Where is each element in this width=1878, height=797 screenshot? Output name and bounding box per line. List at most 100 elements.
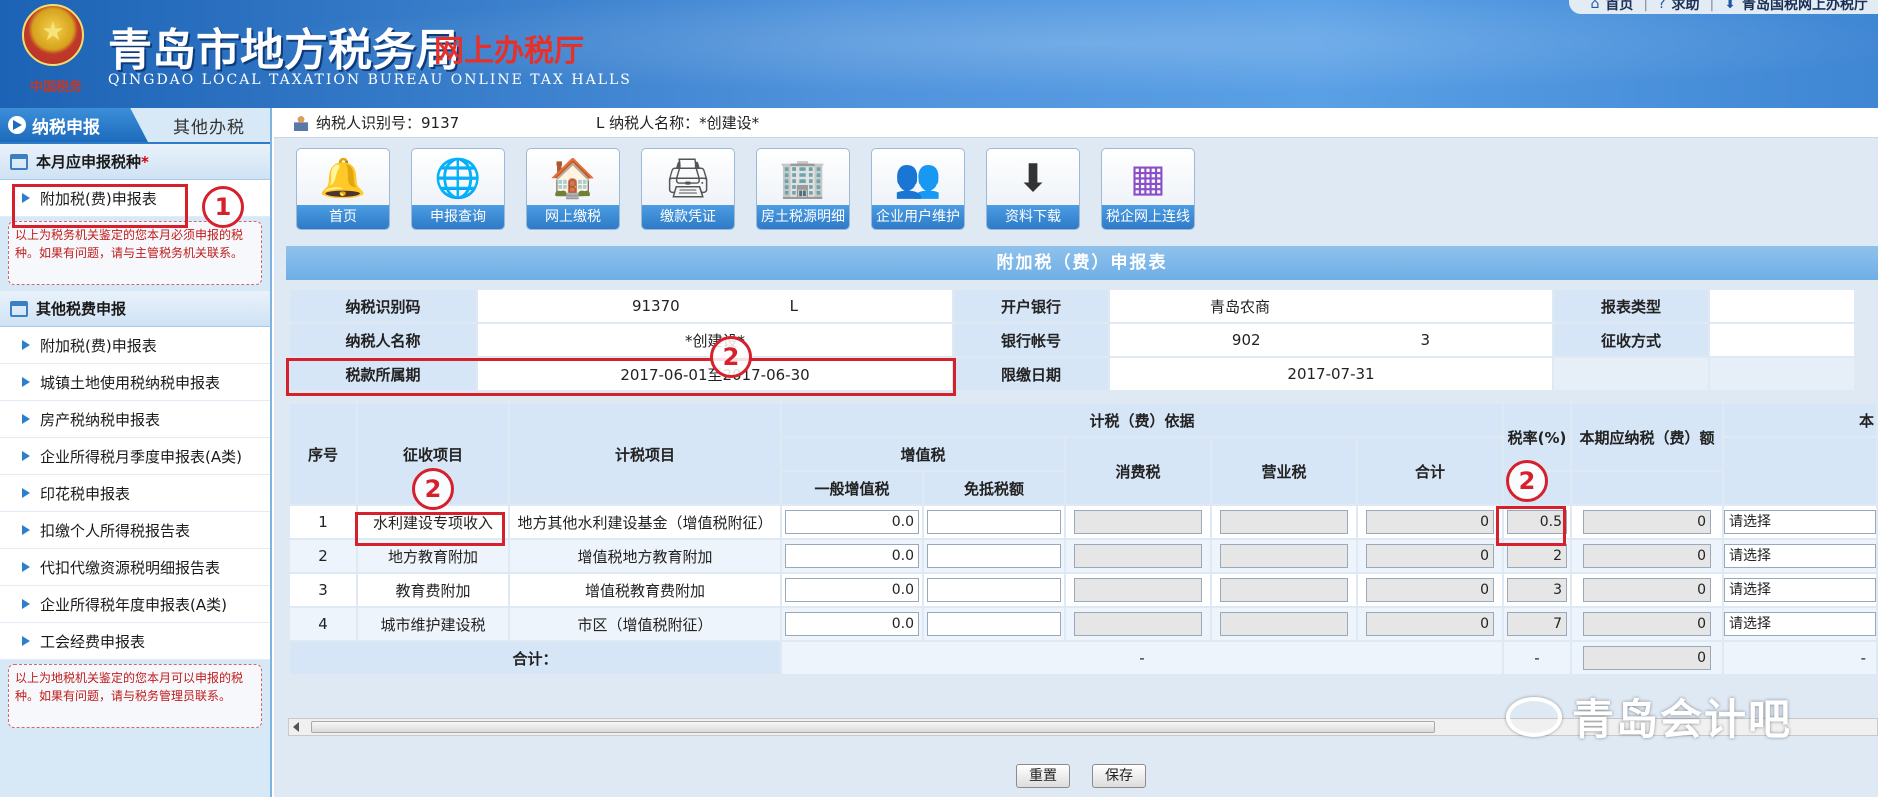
exempt-amount-input[interactable] [927,544,1061,568]
cell-total: 0 [1358,540,1502,572]
sidebar-item-land-use-tax[interactable]: 城镇土地使用税纳税申报表 [0,364,270,401]
section-title: 本月应申报税种 [36,153,142,171]
help-icon: ? [1658,0,1666,12]
cell-reduction: 请选择 [1724,608,1876,640]
sidebar-item-label: 附加税(费)申报表 [40,336,157,355]
toolbar-online-button[interactable]: ▦ 税企网上连线 [1101,148,1195,230]
exempt-amount-input[interactable] [927,578,1061,602]
tax-detail-table: 序号 征收项目 计税项目 计税（费）依据 税率(%) 本期应纳税（费）额 本 增… [288,402,1878,676]
empty-cell [1554,358,1708,390]
exempt-amount-input[interactable] [927,510,1061,534]
home-icon: ⌂ [1590,0,1600,12]
arrow-down-icon: ⬇ [1724,0,1736,12]
sum-label: 合计： [290,642,780,674]
cell-payable: 0 [1572,540,1722,572]
cell-reduction: 请选择 [1724,506,1876,538]
cell-item: 教育费附加 [358,574,508,606]
taxpayer-name-label: 纳税人名称 [290,324,476,356]
sidebar-item-stamp-tax[interactable]: 印花税申报表 [0,475,270,512]
total-input: 0 [1366,578,1494,602]
cell-consumption [1066,608,1210,640]
sidebar-item-label: 工会经费申报表 [40,632,146,651]
toolbar-users-button[interactable]: 👥 企业用户维护 [871,148,965,230]
col-reduction-header [1724,438,1876,504]
toolbar-query-button[interactable]: 🌐 申报查询 [411,148,505,230]
scroll-left-icon[interactable] [293,722,299,732]
top-link-help[interactable]: 求助 [1672,0,1700,14]
sidebar-item-property-tax[interactable]: 房产税纳税申报表 [0,401,270,438]
toolbar-label: 税企网上连线 [1102,205,1194,229]
taxpayer-name-label: L 纳税人名称：*创建设* [596,114,760,132]
cell-consumption [1066,506,1210,538]
highlight-box [286,358,956,396]
toolbar-label: 申报查询 [412,205,504,229]
general-vat-input[interactable]: 0.0 [785,510,919,534]
col-general-vat: 一般增值税 [782,472,922,504]
general-vat-input[interactable]: 0.0 [785,612,919,636]
arrow-right-icon [22,414,30,424]
reduction-select[interactable]: 请选择 [1724,510,1876,534]
sidebar-item-cit-quarterly[interactable]: 企业所得税月季度申报表(A类) [0,438,270,475]
users-icon: 👥 [894,155,942,200]
report-type-value [1710,290,1854,322]
section-header-monthly: 本月应申报税种 * [0,144,270,180]
save-button[interactable]: 保存 [1092,764,1146,788]
toolbar-label: 首页 [297,205,389,229]
payable-input: 0 [1583,612,1711,636]
calendar-icon [10,153,28,170]
reduction-select[interactable]: 请选择 [1724,578,1876,602]
tab-other-services[interactable]: 其他办税 [148,108,270,142]
cell-exempt [924,574,1064,606]
sidebar-item-resource-tax[interactable]: 代扣代缴资源税明细报告表 [0,549,270,586]
arrow-right-icon [22,562,30,572]
watermark: 青岛会计吧 [1506,686,1792,747]
toolbar-receipt-button[interactable]: 🖨 缴款凭证 [641,148,735,230]
toolbar-label: 缴款凭证 [642,205,734,229]
printer-icon: 🖨 [663,155,713,200]
scrollbar-thumb[interactable] [311,721,1435,733]
cell-total: 0 [1358,506,1502,538]
cell-general-vat: 0.0 [782,574,922,606]
reduction-select[interactable]: 请选择 [1724,544,1876,568]
cell-general-vat: 0.0 [782,540,922,572]
top-link-home[interactable]: 首页 [1605,0,1633,14]
col-vat: 增值税 [782,438,1064,470]
tab-tax-filing[interactable]: 纳税申报 [0,108,148,142]
bank-value: 青岛农商 [1110,290,1552,322]
top-link-state-tax[interactable]: 青岛国税网上办税厅 [1742,0,1868,14]
payable-input: 0 [1583,510,1711,534]
house-coin-icon: 🏠 [549,155,597,200]
cell-total: 0 [1358,574,1502,606]
general-vat-input[interactable]: 0.0 [785,544,919,568]
sidebar-item-surtax[interactable]: 附加税(费)申报表 [0,327,270,364]
watermark-text: 青岛会计吧 [1572,695,1793,744]
reduction-select[interactable]: 请选择 [1724,612,1876,636]
toolbar-pay-button[interactable]: 🏠 网上缴税 [526,148,620,230]
sum-rate: - [1504,642,1570,674]
annotation-circle-1: 1 [202,186,244,228]
bank-label: 开户银行 [954,290,1108,322]
arrow-right-icon [22,525,30,535]
business-input [1220,612,1348,636]
taxpayer-id-label: 纳税识别码 [290,290,476,322]
cell-seq: 3 [290,574,356,606]
sidebar-item-cit-annual[interactable]: 企业所得税年度申报表(A类) [0,586,270,623]
toolbar-property-button[interactable]: 🏢 房土税源明细 [756,148,850,230]
sidebar: 纳税申报 其他办税 本月应申报税种 * 附加税(费)申报表 以上为税务机关鉴定的… [0,108,272,797]
toolbar-label: 资料下载 [987,205,1079,229]
general-vat-input[interactable]: 0.0 [785,578,919,602]
cell-total: 0 [1358,608,1502,640]
reset-button[interactable]: 重置 [1016,764,1070,788]
col-business: 营业税 [1212,438,1356,504]
sidebar-item-iit-withholding[interactable]: 扣缴个人所得税报告表 [0,512,270,549]
sidebar-item-union-fee[interactable]: 工会经费申报表 [0,623,270,660]
highlight-box [1496,506,1566,546]
col-seq: 序号 [290,404,356,504]
globe-icon: 🌐 [434,155,482,200]
cell-reduction: 请选择 [1724,540,1876,572]
taxpayer-id-text: 91370 [631,297,680,315]
toolbar-download-button[interactable]: ⬇ 资料下载 [986,148,1080,230]
toolbar-home-button[interactable]: 🔔 首页 [296,148,390,230]
exempt-amount-input[interactable] [927,612,1061,636]
cell-payable: 0 [1572,608,1722,640]
